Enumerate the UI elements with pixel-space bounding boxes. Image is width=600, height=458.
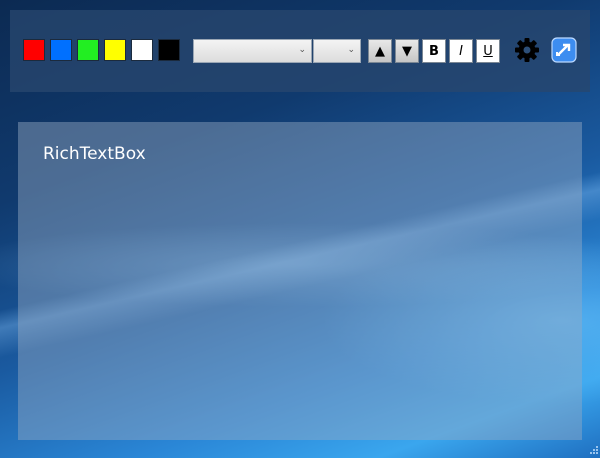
color-swatch-yellow[interactable] <box>104 39 126 61</box>
gear-icon[interactable] <box>513 36 541 64</box>
italic-button[interactable]: I <box>449 39 473 63</box>
editor-text: RichTextBox <box>43 144 146 164</box>
font-size-dropdown[interactable]: ⌄ <box>313 39 361 63</box>
color-swatch-black[interactable] <box>158 39 180 61</box>
chevron-down-icon: ⌄ <box>298 45 306 55</box>
underline-button[interactable]: U <box>476 39 500 63</box>
color-swatch-white[interactable] <box>131 39 153 61</box>
increase-font-size-button[interactable]: ▲ <box>368 39 392 63</box>
font-family-dropdown[interactable]: ⌄ <box>193 39 312 63</box>
decrease-font-size-button[interactable]: ▼ <box>395 39 419 63</box>
color-swatch-green[interactable] <box>77 39 99 61</box>
chevron-down-icon: ⌄ <box>347 45 355 55</box>
rich-text-box[interactable]: RichTextBox <box>18 122 582 440</box>
resize-grip-icon[interactable] <box>588 446 598 456</box>
switch-app-icon[interactable] <box>550 36 578 64</box>
color-swatch-red[interactable] <box>23 39 45 61</box>
formatting-toolbar: ⌄ ⌄ ▲ ▼ B I U <box>10 10 590 92</box>
bold-button[interactable]: B <box>422 39 446 63</box>
color-swatch-blue[interactable] <box>50 39 72 61</box>
